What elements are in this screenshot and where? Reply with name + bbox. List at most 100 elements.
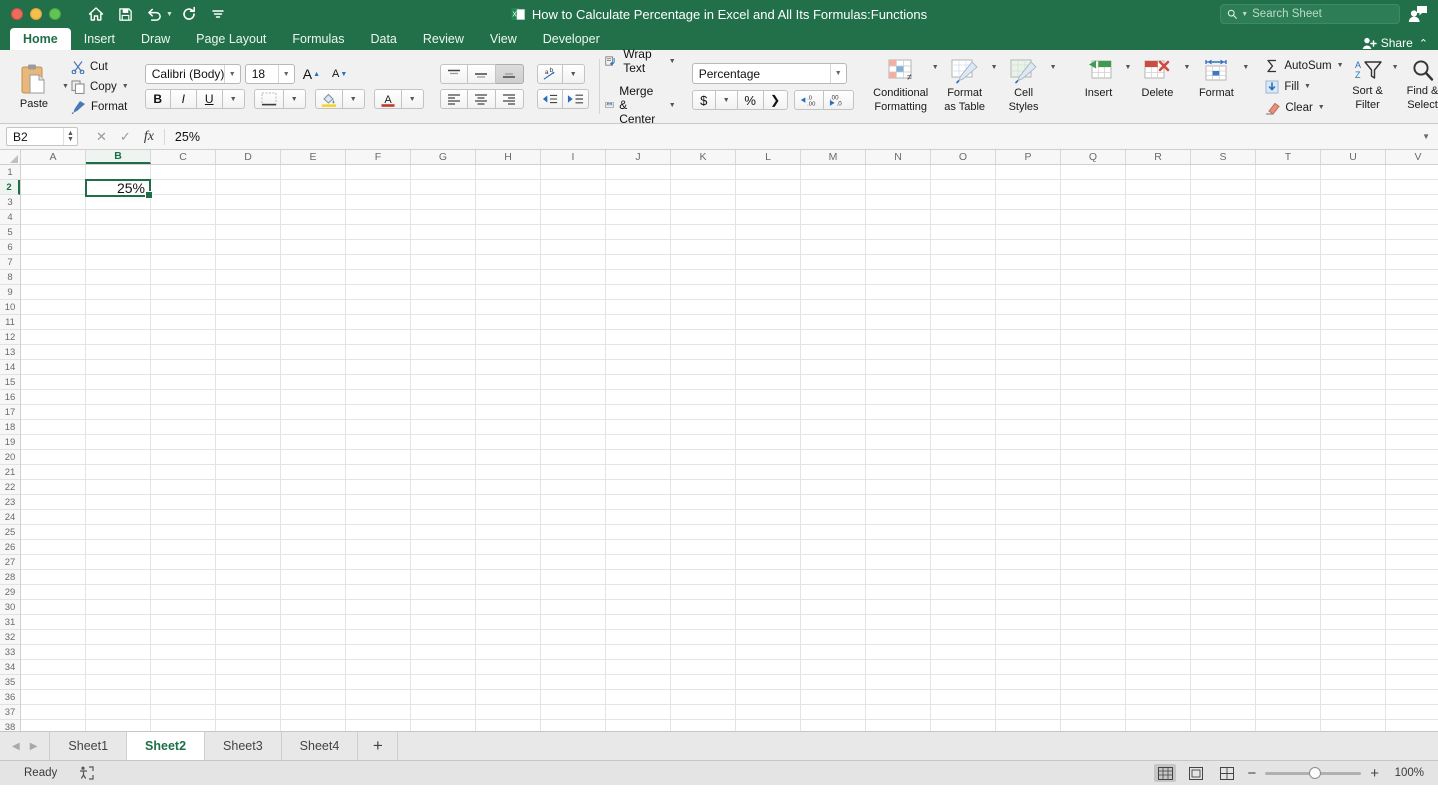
- cell-S26[interactable]: [1191, 540, 1256, 555]
- cell-G38[interactable]: [411, 720, 476, 731]
- cell-L16[interactable]: [736, 390, 801, 405]
- cell-U34[interactable]: [1321, 660, 1386, 675]
- cell-O7[interactable]: [931, 255, 996, 270]
- cell-I36[interactable]: [541, 690, 606, 705]
- cell-S37[interactable]: [1191, 705, 1256, 720]
- cell-L31[interactable]: [736, 615, 801, 630]
- cell-C13[interactable]: [151, 345, 216, 360]
- sheet-tab-sheet4[interactable]: Sheet4: [280, 732, 358, 760]
- cell-Q7[interactable]: [1061, 255, 1126, 270]
- cell-D29[interactable]: [216, 585, 281, 600]
- cell-O8[interactable]: [931, 270, 996, 285]
- cell-A2[interactable]: [21, 180, 86, 195]
- cell-J23[interactable]: [606, 495, 671, 510]
- cell-K24[interactable]: [671, 510, 736, 525]
- cell-J35[interactable]: [606, 675, 671, 690]
- comma-format-button[interactable]: ❯: [763, 90, 788, 110]
- cell-T36[interactable]: [1256, 690, 1321, 705]
- cell-D38[interactable]: [216, 720, 281, 731]
- cell-I27[interactable]: [541, 555, 606, 570]
- cell-N6[interactable]: [866, 240, 931, 255]
- cell-V24[interactable]: [1386, 510, 1438, 525]
- cell-S5[interactable]: [1191, 225, 1256, 240]
- cell-N29[interactable]: [866, 585, 931, 600]
- cancel-icon[interactable]: ✕: [96, 129, 107, 145]
- cell-R21[interactable]: [1126, 465, 1191, 480]
- cell-M18[interactable]: [801, 420, 866, 435]
- cell-T3[interactable]: [1256, 195, 1321, 210]
- cell-I29[interactable]: [541, 585, 606, 600]
- cell-T22[interactable]: [1256, 480, 1321, 495]
- checkmark-icon[interactable]: ✓: [120, 129, 131, 145]
- cell-R2[interactable]: [1126, 180, 1191, 195]
- cell-I24[interactable]: [541, 510, 606, 525]
- cell-Q27[interactable]: [1061, 555, 1126, 570]
- cell-E26[interactable]: [281, 540, 346, 555]
- cell-J8[interactable]: [606, 270, 671, 285]
- cell-V33[interactable]: [1386, 645, 1438, 660]
- cell-A23[interactable]: [21, 495, 86, 510]
- cell-G17[interactable]: [411, 405, 476, 420]
- cell-B29[interactable]: [86, 585, 151, 600]
- cell-V13[interactable]: [1386, 345, 1438, 360]
- cell-V32[interactable]: [1386, 630, 1438, 645]
- borders-button[interactable]: [253, 89, 284, 109]
- cell-H24[interactable]: [476, 510, 541, 525]
- cell-S1[interactable]: [1191, 165, 1256, 180]
- cell-N9[interactable]: [866, 285, 931, 300]
- cell-P35[interactable]: [996, 675, 1061, 690]
- row-header-25[interactable]: 25: [0, 525, 20, 540]
- cell-J27[interactable]: [606, 555, 671, 570]
- zoom-level-label[interactable]: 100%: [1388, 767, 1424, 779]
- cell-L27[interactable]: [736, 555, 801, 570]
- cell-B13[interactable]: [86, 345, 151, 360]
- cell-E17[interactable]: [281, 405, 346, 420]
- cell-F14[interactable]: [346, 360, 411, 375]
- cell-E38[interactable]: [281, 720, 346, 731]
- cell-K9[interactable]: [671, 285, 736, 300]
- row-header-27[interactable]: 27: [0, 555, 20, 570]
- cell-M20[interactable]: [801, 450, 866, 465]
- cell-N38[interactable]: [866, 720, 931, 731]
- font-size-caret[interactable]: ▼: [277, 65, 294, 83]
- column-header-U[interactable]: U: [1321, 150, 1386, 164]
- cell-K28[interactable]: [671, 570, 736, 585]
- cell-S24[interactable]: [1191, 510, 1256, 525]
- cell-O18[interactable]: [931, 420, 996, 435]
- cell-L10[interactable]: [736, 300, 801, 315]
- cell-E36[interactable]: [281, 690, 346, 705]
- cell-Q26[interactable]: [1061, 540, 1126, 555]
- add-sheet-button[interactable]: +: [357, 732, 397, 760]
- cell-T6[interactable]: [1256, 240, 1321, 255]
- cell-J13[interactable]: [606, 345, 671, 360]
- cell-O28[interactable]: [931, 570, 996, 585]
- cell-G29[interactable]: [411, 585, 476, 600]
- cell-K1[interactable]: [671, 165, 736, 180]
- cell-H1[interactable]: [476, 165, 541, 180]
- cell-Q10[interactable]: [1061, 300, 1126, 315]
- cell-O6[interactable]: [931, 240, 996, 255]
- cell-M15[interactable]: [801, 375, 866, 390]
- row-header-5[interactable]: 5: [0, 225, 20, 240]
- cell-B18[interactable]: [86, 420, 151, 435]
- paste-button[interactable]: Paste: [6, 63, 62, 110]
- cell-B21[interactable]: [86, 465, 151, 480]
- cell-K12[interactable]: [671, 330, 736, 345]
- clear-caret[interactable]: ▼: [1318, 104, 1325, 111]
- cell-S8[interactable]: [1191, 270, 1256, 285]
- cell-B33[interactable]: [86, 645, 151, 660]
- cell-G27[interactable]: [411, 555, 476, 570]
- cell-C2[interactable]: [151, 180, 216, 195]
- cell-E15[interactable]: [281, 375, 346, 390]
- cell-P30[interactable]: [996, 600, 1061, 615]
- cell-M3[interactable]: [801, 195, 866, 210]
- cell-G37[interactable]: [411, 705, 476, 720]
- cell-C38[interactable]: [151, 720, 216, 731]
- cell-O38[interactable]: [931, 720, 996, 731]
- cell-T18[interactable]: [1256, 420, 1321, 435]
- cell-E2[interactable]: [281, 180, 346, 195]
- cell-M8[interactable]: [801, 270, 866, 285]
- cell-T27[interactable]: [1256, 555, 1321, 570]
- cell-S28[interactable]: [1191, 570, 1256, 585]
- cell-K13[interactable]: [671, 345, 736, 360]
